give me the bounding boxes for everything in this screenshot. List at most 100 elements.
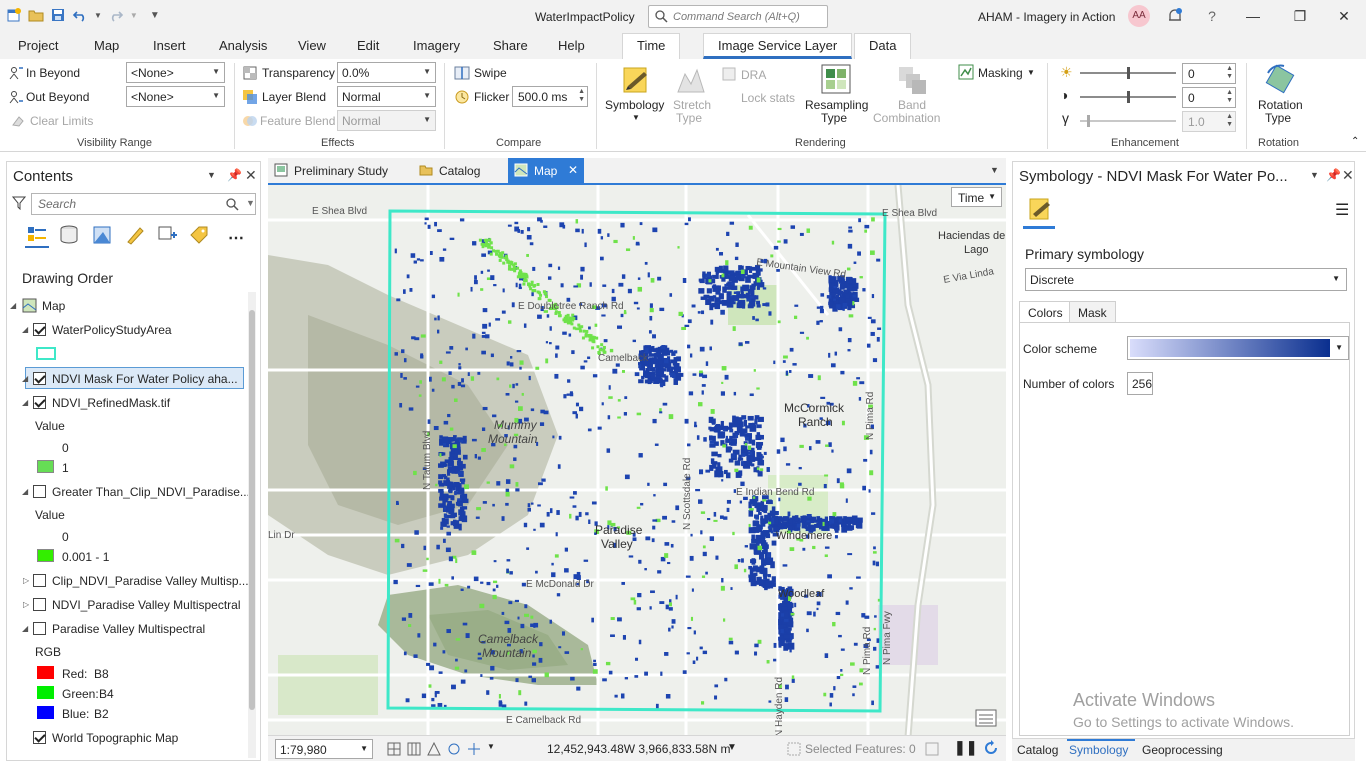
tab-colors[interactable]: Colors [1019, 301, 1072, 323]
brightness-input[interactable]: 0 ▲ ▼ [1182, 63, 1236, 84]
grid-icon[interactable] [406, 741, 422, 757]
tab-data[interactable]: Data [854, 33, 912, 59]
tab-mask[interactable]: Mask [1069, 301, 1116, 323]
flicker-button[interactable]: Flicker [474, 90, 509, 104]
transparency-select[interactable]: 0.0% ▼ [337, 62, 436, 83]
undo-icon[interactable] [72, 7, 88, 23]
time-slider-button[interactable]: Time ▼ [951, 187, 1002, 207]
masking-button[interactable]: Masking [978, 66, 1023, 80]
collapse-icon[interactable]: ◢ [22, 624, 28, 633]
customize-qat-icon[interactable]: ▼ [150, 10, 160, 21]
masking-dropdown-icon[interactable]: ▼ [1027, 68, 1035, 77]
swipe-button[interactable]: Swipe [474, 66, 507, 80]
new-project-icon[interactable] [6, 7, 22, 23]
scrollbar-thumb[interactable] [249, 310, 255, 710]
list-by-editing-icon[interactable] [124, 224, 146, 246]
list-by-drawing-order-icon[interactable] [25, 224, 49, 248]
spinner-arrows-icon[interactable]: ▲ ▼ [578, 88, 585, 104]
map-legend-icon[interactable] [975, 709, 997, 727]
dock-tab-geoprocessing[interactable]: Geoprocessing [1142, 743, 1223, 757]
in-beyond-label[interactable]: In Beyond [26, 66, 80, 80]
resampling-type-button[interactable]: Type [821, 112, 847, 125]
pin-icon[interactable]: 📌 [227, 168, 242, 182]
map-scale-select[interactable]: 1:79,980 ▼ [275, 739, 373, 759]
open-project-icon[interactable] [28, 7, 44, 23]
toc-layer-world-topographic-map[interactable]: World Topographic Map [7, 728, 247, 748]
refresh-icon[interactable] [983, 740, 999, 756]
close-pane-icon[interactable]: ✕ [1342, 167, 1354, 184]
symbology-dropdown-icon[interactable]: ▼ [632, 113, 640, 122]
contrast-slider-thumb[interactable] [1127, 91, 1130, 103]
tab-map[interactable]: Map [94, 38, 119, 53]
list-by-source-icon[interactable] [58, 224, 80, 246]
collapse-icon[interactable]: ◢ [22, 325, 28, 334]
tab-time[interactable]: Time [622, 33, 681, 59]
out-beyond-label[interactable]: Out Beyond [26, 90, 89, 104]
undo-dropdown-icon[interactable]: ▼ [94, 11, 102, 20]
contents-search-input[interactable]: Search ▼ [31, 193, 256, 215]
pane-options-icon[interactable]: ▼ [207, 170, 216, 180]
symbology-renderer-select[interactable]: Discrete ▼ [1025, 268, 1347, 291]
avatar[interactable]: AA [1128, 5, 1150, 27]
snapping-icon[interactable] [446, 741, 462, 757]
layer-visibility-checkbox[interactable] [33, 396, 46, 409]
filter-icon[interactable] [12, 196, 26, 210]
tab-list-dropdown-icon[interactable]: ▼ [990, 165, 999, 175]
chevron-down-icon[interactable]: ▼ [487, 742, 495, 751]
layer-visibility-checkbox[interactable] [33, 372, 46, 385]
navigation-icon[interactable] [466, 741, 482, 757]
toc-layer-ndvi-mask[interactable]: ◢ NDVI Mask For Water Policy aha... [7, 369, 247, 389]
help-button[interactable]: ? [1202, 6, 1222, 26]
pin-icon[interactable]: 📌 [1326, 168, 1341, 182]
hamburger-menu-icon[interactable]: ☰ [1335, 200, 1349, 220]
pane-options-icon[interactable]: ▼ [1310, 170, 1319, 180]
minimize-button[interactable]: — [1243, 6, 1263, 26]
layer-visibility-checkbox[interactable] [33, 622, 46, 635]
tab-view[interactable]: View [298, 38, 326, 53]
grid-snap-icon[interactable] [386, 741, 402, 757]
toc-layer-water-policy-study-area[interactable]: ◢ WaterPolicyStudyArea [7, 320, 247, 340]
layer-blend-select[interactable]: Normal ▼ [337, 86, 436, 107]
close-tab-icon[interactable]: ✕ [568, 163, 578, 177]
collapse-icon[interactable]: ◢ [22, 374, 28, 383]
more-options-icon[interactable]: ⋯ [228, 228, 244, 248]
spinner-arrows-icon[interactable]: ▲ ▼ [1226, 89, 1233, 105]
primary-symbology-tab-icon[interactable] [1027, 196, 1053, 222]
legend-swatch-blue[interactable] [37, 706, 54, 719]
layer-visibility-checkbox[interactable] [33, 574, 46, 587]
layer-visibility-checkbox[interactable] [33, 323, 46, 336]
toc-layer-clip-ndvi[interactable]: ▷ Clip_NDVI_Paradise Valley Multisp... [7, 571, 249, 591]
legend-swatch-1[interactable] [37, 460, 54, 473]
map-canvas[interactable]: E Shea Blvd E Shea Blvd Haciendas de Lag… [268, 185, 1006, 735]
pause-drawing-icon[interactable]: ❚❚ [954, 739, 977, 756]
layer-visibility-checkbox[interactable] [33, 731, 46, 744]
flicker-rate-input[interactable]: 500.0 ms ▲ ▼ [512, 86, 588, 107]
toc-map[interactable]: ◢ Map [7, 296, 247, 316]
number-of-colors-input[interactable]: 256 [1127, 372, 1153, 395]
coordinate-format-dropdown-icon[interactable]: ▼ [727, 742, 737, 753]
out-beyond-select[interactable]: <None> ▼ [126, 86, 225, 107]
legend-swatch-red[interactable] [37, 666, 54, 679]
list-by-snapping-icon[interactable] [156, 224, 178, 246]
layer-visibility-checkbox[interactable] [33, 598, 46, 611]
legend-swatch-range[interactable] [37, 549, 54, 562]
symbology-button[interactable]: Symbology [605, 99, 664, 112]
notifications-icon[interactable] [1166, 7, 1184, 25]
gamma-slider-thumb[interactable] [1087, 115, 1090, 127]
collapse-ribbon-icon[interactable]: ⌃ [1351, 136, 1359, 147]
tab-catalog[interactable]: Catalog [413, 158, 503, 183]
chevron-down-icon[interactable]: ▼ [246, 198, 255, 208]
command-search-input[interactable]: Command Search (Alt+Q) [648, 5, 828, 28]
tab-map-view[interactable]: Map ✕ [508, 158, 584, 183]
brightness-slider-thumb[interactable] [1127, 67, 1130, 79]
layer-visibility-checkbox[interactable] [33, 485, 46, 498]
collapse-icon[interactable]: ◢ [22, 398, 28, 407]
account-name[interactable]: AHAM - Imagery in Action [978, 10, 1115, 24]
contrast-input[interactable]: 0 ▲ ▼ [1182, 87, 1236, 108]
tab-preliminary-study[interactable]: Preliminary Study [268, 158, 410, 183]
rotation-type-button[interactable]: Type [1265, 112, 1291, 125]
toc-layer-greater-than[interactable]: ◢ Greater Than_Clip_NDVI_Paradise... [7, 482, 250, 502]
expand-icon[interactable]: ▷ [23, 576, 29, 585]
contents-scrollbar[interactable] [248, 292, 256, 758]
close-window-button[interactable]: ✕ [1334, 6, 1354, 26]
